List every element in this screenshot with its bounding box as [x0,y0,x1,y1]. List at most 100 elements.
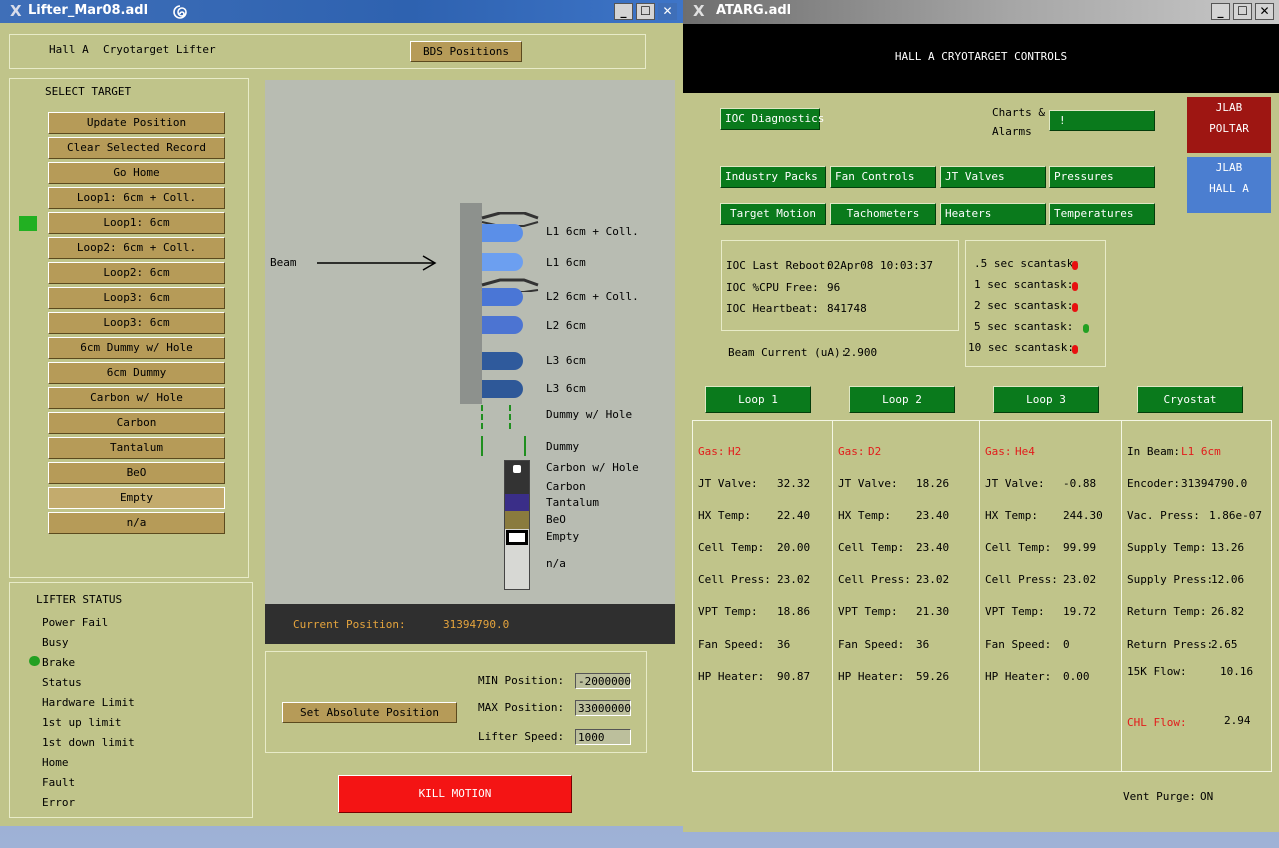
ioc-heartbeat-value: 841748 [827,302,867,315]
max-position-input[interactable]: 33000000 [575,700,631,716]
row-label: VPT Temp: [838,605,898,618]
beo-target [505,511,529,529]
row-value: 99.99 [1063,541,1097,554]
ioc-status-panel: IOC Last Reboot: 02Apr08 10:03:37 IOC %C… [721,240,959,331]
scantask-led [1072,282,1078,291]
set-absolute-position-button[interactable]: Set Absolute Position [282,702,457,723]
minimize-button[interactable]: _ [1211,3,1230,20]
target-button[interactable]: Empty [48,487,225,509]
scantask-led [1072,303,1078,312]
row-label: Cell Press: [985,573,1058,586]
carbon-target [505,478,529,494]
diagram-target-label: L3 6cm [546,354,586,367]
row-value: 19.72 [1063,605,1097,618]
target-button[interactable]: Go Home [48,162,225,184]
brake-status-led [29,656,40,666]
row-value: -0.88 [1063,477,1097,490]
min-position-input[interactable]: -2000000 [575,673,631,689]
minimize-button[interactable]: _ [614,3,633,20]
target-button[interactable]: 6cm Dummy w/ Hole [48,337,225,359]
return-temp-value: 26.82 [1211,605,1245,618]
row-value: 36 [916,638,930,651]
close-button[interactable]: ✕ [1255,3,1274,20]
target-button[interactable]: Carbon [48,412,225,434]
target-button[interactable]: Tantalum [48,437,225,459]
loop-button[interactable]: Loop 1 [705,386,811,413]
lifter-diagram: Beam L1 6cm + Coll. L1 6cm L2 6cm + Coll. L… [265,80,675,643]
nav-button[interactable]: JT Valves [940,166,1046,188]
lifter-speed-input[interactable]: 1000 [575,729,631,745]
row-label: JT Valve: [698,477,758,490]
jlab-poltar-line1: JLAB [1215,101,1243,114]
jlab-poltar-line2: POLTAR [1209,122,1249,135]
nav-button[interactable]: Heaters [940,203,1046,225]
bds-positions-button[interactable]: BDS Positions [410,41,522,62]
loop-button[interactable]: Loop 2 [849,386,955,413]
gas-label: Gas: [985,445,1012,458]
nav-button[interactable]: Fan Controls [830,166,936,188]
row-value: 244.30 [1063,509,1103,522]
cell-l2 [482,316,523,334]
select-target-title: SELECT TARGET [45,85,132,98]
target-button[interactable]: Loop2: 6cm [48,262,225,284]
carbon-hole-target [505,461,529,478]
target-button[interactable]: Carbon w/ Hole [48,387,225,409]
charts-alarms-button[interactable]: ! [1049,110,1155,131]
column-divider [1121,421,1122,771]
row-label: Cell Press: [838,573,911,586]
max-position-label: MAX Position: [478,701,565,714]
current-position-value: 31394790.0 [443,618,510,631]
row-label: JT Valve: [838,477,898,490]
target-button[interactable]: Loop1: 6cm + Coll. [48,187,225,209]
target-button[interactable]: n/a [48,512,225,534]
maximize-button[interactable]: ☐ [1233,3,1252,20]
jlab-poltar-button[interactable]: JLAB POLTAR [1187,97,1271,153]
vent-purge-value: ON [1200,790,1214,803]
return-press-label: Return Press: [1127,638,1214,651]
target-button[interactable]: Loop2: 6cm + Coll. [48,237,225,259]
selected-target-indicator [19,216,37,231]
row-value: 59.26 [916,670,950,683]
ioc-reboot-label: IOC Last Reboot: [726,259,832,272]
nav-button[interactable]: Tachometers [830,203,936,225]
diagram-target-label: L3 6cm [546,382,586,395]
target-button[interactable]: Clear Selected Record [48,137,225,159]
loop-button[interactable]: Loop 3 [993,386,1099,413]
lifter-titlebar[interactable]: X Lifter_Mar08.adl _ ☐ ✕ [0,0,683,23]
atarg-titlebar[interactable]: X ATARG.adl _ ☐ ✕ [683,0,1279,24]
ioc-diagnostics-button[interactable]: IOC Diagnostics [720,108,824,130]
ioc-cpu-value: 96 [827,281,841,294]
target-button[interactable]: Loop1: 6cm [48,212,225,234]
controls-header: HALL A CRYOTARGET CONTROLS [894,50,1068,63]
diagram-target-label: L1 6cm + Coll. [546,225,639,238]
flow15k-value: 10.16 [1220,665,1254,678]
loop-button[interactable]: Cryostat [1137,386,1243,413]
nav-button[interactable]: Industry Packs [720,166,826,188]
target-button[interactable]: BeO [48,462,225,484]
target-button[interactable]: Loop3: 6cm [48,312,225,334]
row-value: 90.87 [777,670,811,683]
kill-motion-button[interactable]: KILL MOTION [338,775,572,813]
nav-button[interactable]: Temperatures [1049,203,1155,225]
diagram-target-label: Tantalum [546,496,599,509]
close-button[interactable]: ✕ [658,3,677,20]
target-button[interactable]: 6cm Dummy [48,362,225,384]
row-value: 22.40 [777,509,811,522]
nav-button[interactable]: Pressures [1049,166,1155,188]
nav-button[interactable]: Target Motion [720,203,826,225]
gas-value: He4 [1015,445,1035,458]
supply-press-label: Supply Press: [1127,573,1214,586]
beam-current-value: 2.900 [844,346,878,359]
target-button[interactable]: Loop3: 6cm [48,287,225,309]
maximize-button[interactable]: ☐ [636,3,655,20]
diagram-target-label: BeO [546,513,566,526]
current-position-strip: Current Position: 31394790.0 [265,604,675,644]
jlab-halla-button[interactable]: JLAB HALL A [1187,157,1271,213]
scantask-led [1072,345,1078,354]
scantask-led [1083,324,1089,333]
target-button[interactable]: Update Position [48,112,225,134]
jlab-halla-line2: HALL A [1209,182,1249,195]
row-label: HP Heater: [985,670,1052,683]
row-label: Fan Speed: [838,638,905,651]
row-label: Cell Temp: [838,541,905,554]
